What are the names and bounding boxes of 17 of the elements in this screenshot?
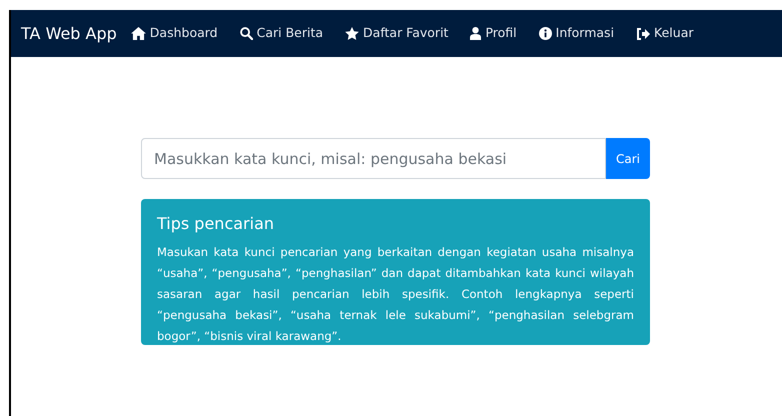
nav-link[interactable]: Profil [470, 24, 517, 43]
logout-icon [636, 28, 650, 40]
search-field[interactable]: Masukkan kata kunci, misal: pengusaha bekasi [141, 138, 606, 179]
nav-link[interactable]: Dashboard [130, 24, 218, 43]
info-icon [538, 27, 552, 40]
nav-link[interactable]: Cari Berita [240, 24, 324, 43]
user-icon [470, 27, 482, 40]
brand-title[interactable]: TA Web App [21, 22, 117, 46]
nav-link[interactable]: Informasi [538, 24, 614, 43]
nav-link[interactable]: Keluar [636, 24, 694, 43]
star-icon [345, 27, 360, 40]
search-button[interactable]: Cari [606, 138, 650, 179]
home-icon [130, 27, 146, 40]
search-icon [240, 27, 253, 40]
tips-text: Masukan kata kunci pencarian yang berkaitan dengan kegiatan usaha misalnya “usaha”, “pengusaha”, “penghasilan” dan dapat ditambahkan kata kunci wilayah sasaran agar hasil pencarian lebih spesifik. Contoh lengkapnya seperti “pengusaha bekasi”, “usaha ternak lele sukabumi”, “penghasilan selebgram bogor”, “bisnis viral karawang”. [157, 244, 634, 345]
nav-link[interactable]: Daftar Favorit [345, 24, 448, 43]
tips-title: Tips pencarian [157, 213, 276, 235]
